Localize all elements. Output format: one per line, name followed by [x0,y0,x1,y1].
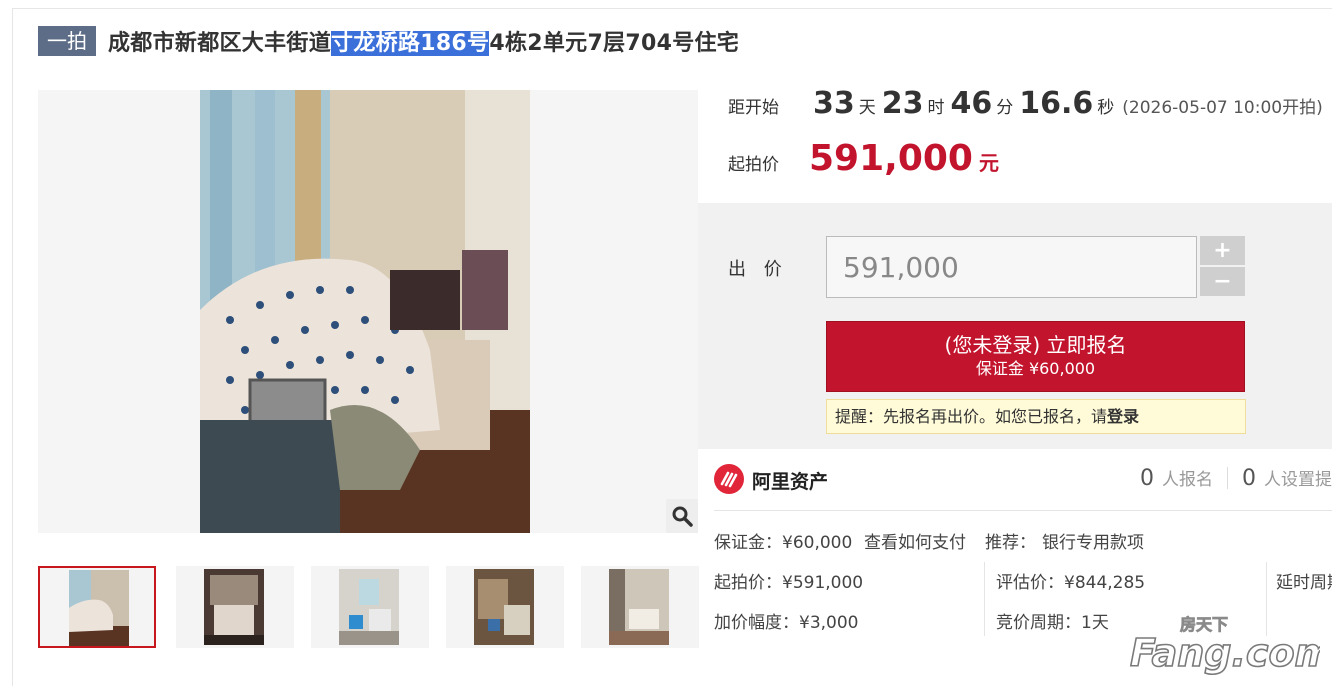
login-reminder: 提醒：先报名再出价。如您已报名，请登录 [826,399,1246,434]
recommend-label: 推荐： [985,533,1036,553]
countdown-days: 33 [813,86,855,121]
magnifier-icon [672,506,693,527]
countdown-hours-unit: 时 [927,98,945,118]
countdown: 距开始 33 天 23 时 46 分 16.6 秒 (2026-05-07 10… [728,86,1323,126]
increment-info: 加价幅度：¥3,000 [714,613,859,633]
assessed-price-info: 评估价：¥844,285 [996,573,1146,593]
thumbnail-image [339,569,399,645]
thumbnail-image [69,570,129,646]
signup-button-label: (您未登录) 立即报名 [944,333,1127,357]
login-link[interactable]: 登录 [1107,407,1139,426]
signup-button[interactable]: (您未登录) 立即报名 保证金 ¥60,000 [826,321,1245,392]
reminder-count-label: 人设置提醒 [1264,470,1332,490]
participation-counts: 0 人报名 0 人设置提醒 [1140,465,1332,491]
how-to-pay-link[interactable]: 查看如何支付 [864,528,966,553]
thumbnail-2[interactable] [176,566,294,648]
counts-divider [1227,467,1228,489]
zoom-button[interactable] [666,499,698,533]
countdown-minutes: 46 [950,86,993,121]
countdown-label: 距开始 [728,98,779,118]
increase-bid-button[interactable]: + [1200,236,1245,265]
reminder-count: 0 [1242,466,1256,491]
countdown-hours: 23 [881,86,924,121]
bid-label: 出 价 [728,259,788,280]
starting-price-value: 591,000 [809,138,973,179]
watermark-en: Fang.com [1130,631,1320,675]
ali-asset-logo-icon [714,464,744,494]
thumbnail-4[interactable] [446,566,564,648]
start-price-info: 起拍价：¥591,000 [714,573,864,593]
start-time: (2026-05-07 10:00开拍) [1122,98,1323,118]
countdown-minutes-unit: 分 [996,98,1014,118]
decrease-bid-button[interactable]: − [1200,267,1245,296]
title-row: 一拍 成都市新都区大丰街道寸龙桥路186号4栋2单元7层704号住宅 [38,24,739,58]
signup-deposit-label: 保证金 ¥60,000 [975,359,1096,378]
organizer-name[interactable]: 阿里资产 [752,467,828,494]
thumbnail-image [474,569,534,645]
fang-watermark-logo: 房天下 Fang.com [1128,608,1332,678]
thumbnail-5[interactable] [581,566,699,648]
countdown-days-unit: 天 [858,98,876,118]
title-suffix: 4栋2单元7层704号住宅 [489,31,740,56]
auction-round-badge: 一拍 [38,26,96,56]
section-divider [714,510,1332,511]
thumbnail-1[interactable] [38,566,156,648]
delay-cycle-info: 延时周期 [1276,573,1332,593]
countdown-seconds: 16.6 [1019,86,1094,121]
reminder-text: 提醒：先报名再出价。如您已报名，请 [835,407,1108,426]
starting-price: 起拍价 591,000 元 [728,138,999,184]
starting-price-label: 起拍价 [728,155,779,175]
thumbnail-image [609,569,669,645]
column-divider [984,562,985,636]
thumbnail-image [204,569,264,645]
thumbnail-3[interactable] [311,566,429,648]
property-photo [200,90,530,533]
bid-panel: 出 价 + − (您未登录) 立即报名 保证金 ¥60,000 提醒：先报名再出… [698,203,1332,449]
countdown-seconds-unit: 秒 [1097,98,1115,118]
bid-cycle-info: 竞价周期：1天 [996,613,1109,633]
title-prefix: 成都市新都区大丰街道 [108,31,332,56]
page-title: 成都市新都区大丰街道寸龙桥路186号4栋2单元7层704号住宅 [108,25,739,57]
starting-price-unit: 元 [978,151,999,175]
recommend-link[interactable]: 银行专用款项 [1042,528,1144,553]
bid-amount-input[interactable] [826,236,1197,298]
signup-count-label: 人报名 [1162,470,1213,490]
main-image-viewer[interactable] [38,90,698,533]
organizer-row: 阿里资产 0 人报名 0 人设置提醒 [714,462,1332,498]
deposit-info: 保证金：¥60,000 [714,533,853,553]
signup-count: 0 [1140,466,1154,491]
title-selected-text: 寸龙桥路186号 [331,31,490,56]
